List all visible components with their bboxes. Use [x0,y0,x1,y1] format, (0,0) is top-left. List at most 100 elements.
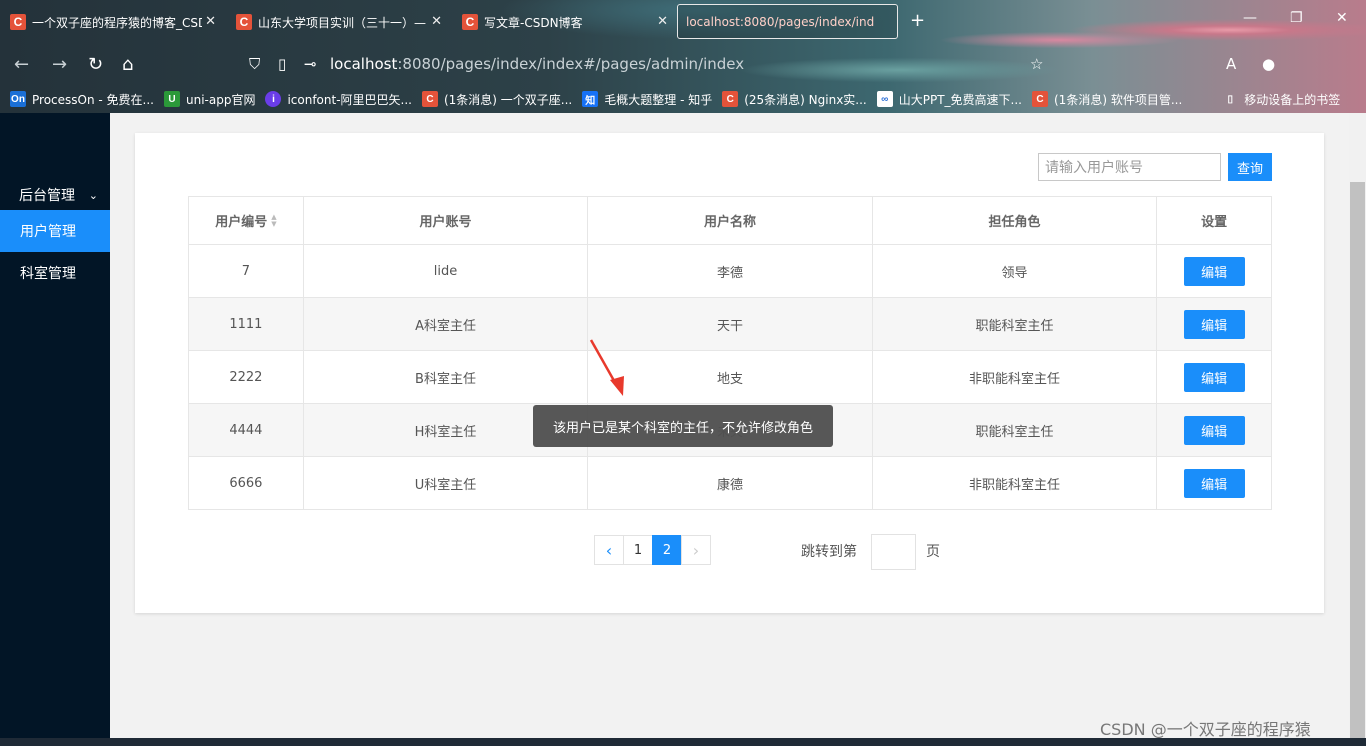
sort-icon[interactable]: ▲ ▼ [271,213,276,228]
address-host: localhost [330,55,398,73]
cell-account: U科室主任 [302,457,587,509]
cell-name: 地支 [587,351,871,403]
cell-role: 职能科室主任 [871,298,1156,350]
key-icon[interactable]: ⊸ [304,55,317,73]
csdn-icon: C [421,91,438,107]
forward-icon[interactable]: → [52,54,67,75]
csdn-icon: C [462,14,478,30]
uniapp-icon: U [163,91,180,107]
extension-icon[interactable]: ● [1262,55,1275,73]
address-bar[interactable]: localhost:8080/pages/index/index#/pages/… [330,50,744,78]
close-icon[interactable]: ✕ [657,14,668,29]
bookmark-label: uni-app官网 [185,92,256,107]
table-header: 用户编号 ▲ ▼ 用户账号 用户名称 担任角色 设置 [189,197,1271,244]
close-icon[interactable]: ✕ [205,14,216,29]
bookmark-csdn-2[interactable]: C (1条消息) 软件项目管... [1032,91,1182,108]
edit-button[interactable]: 编辑 [1183,468,1245,498]
cell-id: 4444 [229,422,263,438]
home-icon[interactable]: ⌂ [122,54,133,75]
jump-label: 跳转到第 [801,544,857,560]
bookmark-zhihu[interactable]: 知毛概大题整理 - 知乎 [582,91,712,108]
tab-project-training[interactable]: C 山东大学项目实训（三十一）— ✕ [226,6,448,38]
header-account: 用户账号 [302,197,587,244]
cell-action: 编辑 [1156,457,1271,509]
cell-account: B科室主任 [302,351,587,403]
edit-button[interactable]: 编辑 [1183,362,1245,392]
sidebar-item-label: 用户管理 [20,224,76,240]
next-page-button[interactable]: › [681,535,711,565]
csdn-icon: C [1032,91,1048,107]
csdn-icon: C [10,14,26,30]
table-row: 1111 A科室主任 天干 职能科室主任 编辑 [189,297,1271,350]
cell-id: 7 [241,263,251,279]
browser-chrome: C 一个双子座的程序猿的博客_CSD ✕ C 山东大学项目实训（三十一）— ✕ … [0,0,1366,113]
header-label: 用户编号 [215,215,268,230]
processon-icon: On [10,91,26,107]
search-button[interactable]: 查询 [1228,153,1272,181]
table-row: 7 lide 李德 领导 编辑 [189,244,1271,297]
minimize-icon[interactable]: — [1243,10,1257,26]
edit-button[interactable]: 编辑 [1183,256,1245,286]
csdn-icon: C [722,91,739,107]
bookmark-label: (1条消息) 软件项目管... [1054,92,1183,107]
cell-id: 2222 [229,369,263,385]
sidebar-item-users[interactable]: 用户管理 [0,210,110,252]
close-window-icon[interactable]: ✕ [1336,10,1348,26]
taskbar [0,738,1366,746]
reload-icon[interactable]: ↻ [88,54,103,75]
bookmark-label: (25条消息) Nginx实... [744,92,867,107]
new-tab-icon[interactable]: + [910,10,925,31]
jump-suffix: 页 [926,544,940,560]
bookmark-label: 移动设备上的书签 [1244,92,1341,107]
cell-id: 1111 [229,316,263,332]
sidebar-item-label: 科室管理 [20,266,76,282]
tab-write-article[interactable]: C 写文章-CSDN博客 ✕ [452,6,674,38]
bookmark-csdn-nginx[interactable]: C (25条消息) Nginx实... [722,91,867,108]
csdn-icon: C [236,14,252,30]
shield-icon[interactable]: ⛉ [249,55,260,73]
translate-icon[interactable]: A [1226,55,1236,73]
star-icon[interactable]: ☆ [1030,55,1043,73]
bookmark-uniapp[interactable]: Uuni-app官网 [163,91,256,108]
cell-name: 李德 [587,245,871,297]
bookmark-label: 毛概大题整理 - 知乎 [604,92,713,107]
tab-title: 写文章-CSDN博客 [484,15,583,30]
cell-action: 编辑 [1156,404,1271,456]
cloud-icon: ∞ [876,91,893,107]
page-button-2[interactable]: 2 [652,535,682,565]
bookmark-processon[interactable]: On ProcessOn - 免费在... [10,91,154,108]
bookmark-iconfont[interactable]: i iconfont-阿里巴巴矢... [265,91,412,108]
page-icon: ▯ [278,55,287,73]
tab-localhost[interactable]: localhost:8080/pages/index/ind [677,4,898,39]
sidebar-item-departments[interactable]: 科室管理 [0,252,110,294]
bookmark-label: ProcessOn - 免费在... [32,92,154,107]
scrollbar-thumb[interactable] [1350,182,1365,738]
bookmark-mobile[interactable]: ▯ 移动设备上的书签 [1222,91,1341,108]
cell-action: 编辑 [1156,245,1271,297]
header-user-id[interactable]: 用户编号 ▲ ▼ [189,197,303,244]
chevron-down-icon: ⌄ [88,188,98,202]
page-button-1[interactable]: 1 [623,535,653,565]
edit-button[interactable]: 编辑 [1183,415,1245,445]
tab-csdn-blog[interactable]: C 一个双子座的程序猿的博客_CSD ✕ [0,6,222,38]
restore-icon[interactable]: ❐ [1290,10,1303,26]
edit-button[interactable]: 编辑 [1183,309,1245,339]
bookmark-csdn-1[interactable]: C (1条消息) 一个双子座... [421,91,573,108]
cell-id: 6666 [229,475,263,491]
jump-page-input[interactable] [871,534,916,570]
tab-title: 山东大学项目实训（三十一）— [258,15,427,30]
cell-account: lide [302,245,587,297]
bookmark-label: (1条消息) 一个双子座... [443,92,573,107]
bookmark-label: 山大PPT_免费高速下... [898,92,1022,107]
iconfont-icon: i [265,91,282,107]
close-icon[interactable]: ✕ [431,14,442,29]
mobile-bookmark-icon: ▯ [1227,93,1234,105]
back-icon[interactable]: ← [14,54,29,75]
prev-page-button[interactable]: ‹ [594,535,624,565]
bookmark-sdu-ppt[interactable]: ∞ 山大PPT_免费高速下... [876,91,1022,108]
user-table: 用户编号 ▲ ▼ 用户账号 用户名称 担任角色 设置 7 lide 李德 领导 编辑… [188,196,1272,510]
search-input[interactable]: 请输入用户账号 [1038,153,1221,181]
cell-role: 职能科室主任 [871,404,1156,456]
menu-group-admin[interactable]: 后台管理 ⌄ [0,179,110,211]
sidebar: 后台管理 ⌄ 用户管理 科室管理 [0,113,110,746]
